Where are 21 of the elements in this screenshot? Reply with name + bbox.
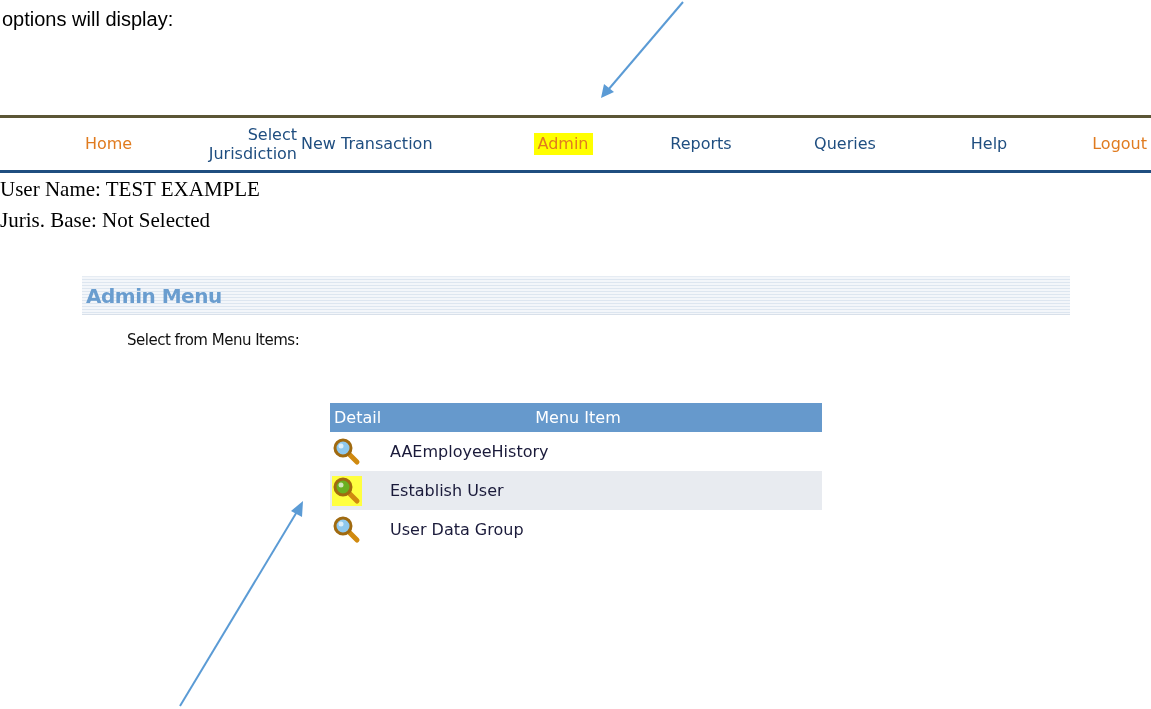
body-text: options will display: [2, 8, 174, 31]
panel-title: Admin Menu [85, 283, 222, 308]
table-row[interactable]: User Data Group [330, 510, 822, 549]
nav-link[interactable]: Select Jurisdiction [187, 125, 297, 163]
table-cell: User Data Group [390, 520, 524, 539]
magnifier-icon[interactable] [332, 436, 362, 467]
nav-link[interactable]: Queries [810, 133, 880, 155]
instruction-text: Select from Menu Items: [127, 331, 300, 349]
info-text: Juris. Base: Not Selected [0, 207, 211, 234]
nav-link[interactable]: Reports [666, 133, 736, 155]
magnifier-icon[interactable] [332, 514, 362, 545]
magnifier-icon[interactable] [332, 475, 362, 506]
column-header: Menu Item [534, 408, 622, 427]
table-cell: Establish User [390, 481, 504, 500]
table-cell: AAEmployeeHistory [390, 442, 549, 461]
nav-link[interactable]: Help [966, 133, 1012, 155]
table-row[interactable]: AAEmployeeHistory [330, 432, 822, 471]
table-row[interactable]: Establish User [330, 471, 822, 510]
nav-link[interactable]: New Transaction [297, 133, 437, 155]
column-header: Detail [333, 408, 383, 427]
info-text: User Name: TEST EXAMPLE [0, 176, 260, 203]
